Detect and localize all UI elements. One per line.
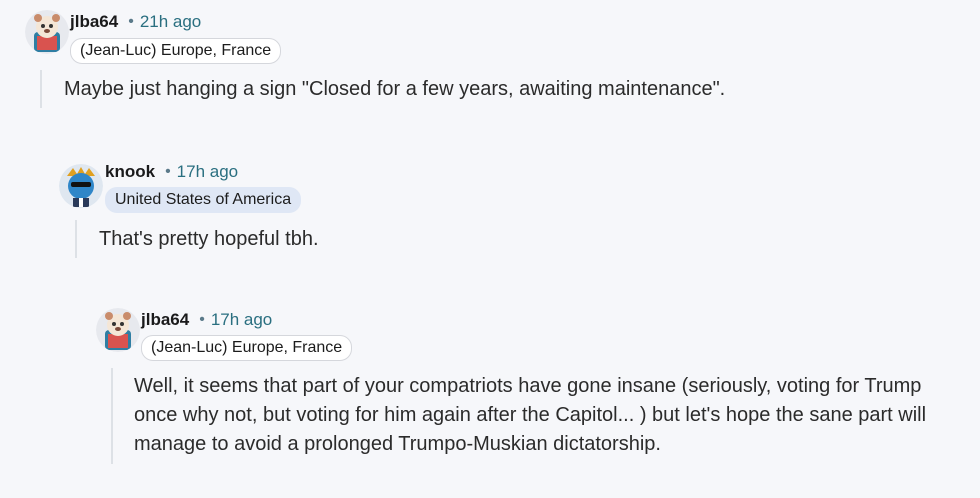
blue-creature-avatar-icon[interactable] (59, 164, 103, 208)
username[interactable]: knook (105, 162, 155, 182)
user-flair: United States of America (105, 187, 302, 213)
thread-line[interactable] (75, 220, 77, 258)
separator-dot: • (165, 163, 171, 180)
comment-header: jlba64 • 21h ago (70, 12, 201, 32)
comment-header: knook • 17h ago (105, 162, 238, 182)
user-flair: (Jean-Luc) Europe, France (141, 335, 353, 361)
comment-body: Well, it seems that part of your compatr… (134, 375, 927, 455)
username[interactable]: jlba64 (70, 12, 118, 32)
separator-dot: • (199, 311, 205, 328)
timestamp[interactable]: 17h ago (177, 162, 238, 182)
bear-avatar-icon[interactable] (96, 308, 140, 352)
username[interactable]: jlba64 (141, 310, 189, 330)
user-flair: (Jean-Luc) Europe, France (70, 38, 282, 64)
thread-line[interactable] (40, 70, 42, 108)
separator-dot: • (128, 13, 134, 30)
timestamp[interactable]: 17h ago (211, 310, 272, 330)
timestamp[interactable]: 21h ago (140, 12, 201, 32)
comment-body: Maybe just hanging a sign "Closed for a … (64, 78, 726, 100)
thread-line[interactable] (111, 368, 113, 464)
comment-body: That's pretty hopeful tbh. (99, 228, 319, 250)
bear-avatar-icon[interactable] (25, 10, 69, 54)
comment-header: jlba64 • 17h ago (141, 310, 272, 330)
